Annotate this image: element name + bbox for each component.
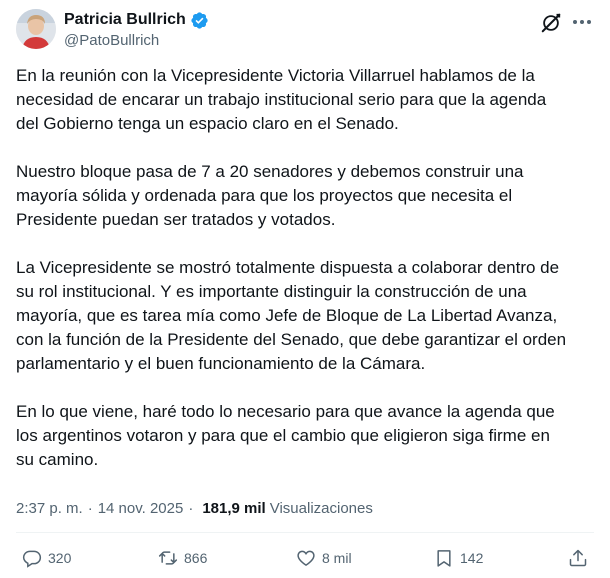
tweet-paragraph-4: En lo que viene, haré todo lo necesario … [16, 402, 555, 469]
heart-icon [297, 550, 315, 566]
tweet-text: En la reunión con la Vicepresidente Vict… [16, 64, 596, 496]
tweet-paragraph-2: Nuestro bloque pasa de 7 a 20 senadores … [16, 162, 524, 229]
like-button[interactable]: 8 mil [296, 548, 352, 568]
tweet-paragraph-3: La Vicepresidente se mostró totalmente d… [16, 258, 567, 373]
bookmark-icon [437, 550, 451, 567]
divider [16, 532, 594, 533]
reply-button[interactable]: 320 [22, 548, 71, 568]
share-button[interactable] [568, 548, 588, 568]
reply-icon [22, 550, 42, 568]
repost-icon [158, 551, 178, 565]
repost-button[interactable]: 866 [158, 548, 207, 568]
reply-count: 320 [48, 550, 72, 566]
author-handle[interactable]: @PatoBullrich [64, 32, 209, 49]
like-count: 8 mil [322, 550, 352, 566]
avatar[interactable] [16, 9, 56, 49]
repost-count: 866 [184, 550, 208, 566]
verified-badge-icon [191, 11, 208, 29]
tweet-time[interactable]: 2:37 p. m. [16, 500, 83, 517]
bookmark-count: 142 [460, 550, 484, 566]
tweet-paragraph-1: En la reunión con la Vicepresidente Vict… [16, 66, 547, 133]
action-bar: 320 866 8 mil 142 [16, 548, 594, 572]
more-options-icon[interactable] [570, 10, 594, 34]
meta-separator: · [188, 500, 194, 517]
bookmark-button[interactable]: 142 [434, 548, 483, 568]
views-count: 181,9 mil [202, 500, 266, 517]
meta-separator: · [87, 500, 93, 517]
author-name[interactable]: Patricia Bullrich [64, 11, 186, 29]
tweet-date[interactable]: 14 nov. 2025 [98, 500, 184, 517]
views-label: Visualizaciones [269, 500, 373, 517]
tweet-header: Patricia Bullrich @PatoBullrich [16, 8, 594, 56]
grok-icon[interactable] [540, 12, 562, 34]
share-icon [569, 549, 587, 567]
tweet-meta: 2:37 p. m. · 14 nov. 2025 · 181,9 mil Vi… [16, 500, 373, 517]
